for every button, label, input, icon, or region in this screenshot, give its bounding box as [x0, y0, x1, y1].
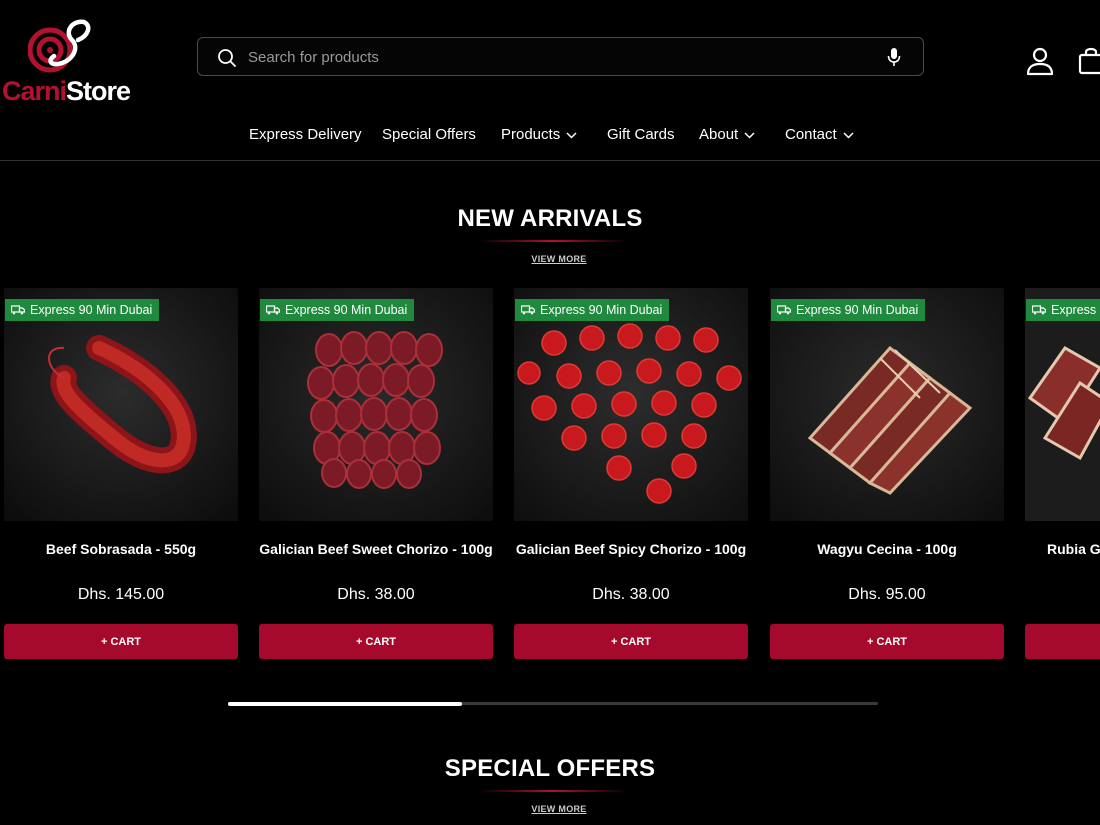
- nav-about[interactable]: About: [699, 126, 755, 143]
- product-price: Dhs. 145.00: [77, 586, 165, 603]
- title-underline: [478, 790, 628, 792]
- site-header: CarniStore Express Delivery Special Offe…: [0, 0, 1100, 161]
- logo-wordmark: CarniStore: [2, 76, 131, 107]
- product-image[interactable]: Express: [1025, 288, 1100, 521]
- badge-label: Express: [1051, 303, 1097, 317]
- add-to-cart-button[interactable]: [1025, 624, 1100, 659]
- product-image[interactable]: Express 90 Min Dubai: [259, 288, 493, 521]
- express-badge: Express 90 Min Dubai: [5, 299, 160, 321]
- product-name[interactable]: Beef Sobrasada - 550g: [0, 541, 244, 557]
- delivery-truck-icon: [11, 305, 25, 315]
- delivery-truck-icon: [521, 305, 535, 315]
- brand-logo[interactable]: CarniStore: [2, 18, 131, 108]
- express-badge: Express 90 Min Dubai: [515, 299, 670, 321]
- nav-item-label: Contact: [785, 126, 837, 143]
- add-to-cart-button[interactable]: + CART: [4, 624, 238, 659]
- delivery-truck-icon: [1032, 305, 1046, 315]
- nav-item-label: Express Delivery: [249, 126, 362, 143]
- delivery-truck-icon: [777, 305, 791, 315]
- express-badge: Express: [1026, 299, 1100, 321]
- product-price: Dhs. 38.00: [592, 586, 670, 603]
- logo-carni: Carni: [2, 76, 67, 106]
- main-nav: Express Delivery Special Offers Products…: [0, 126, 1100, 152]
- delivery-truck-icon: [266, 305, 280, 315]
- chevron-down-icon: [843, 132, 854, 139]
- product-price: Dhs. 95.00: [848, 586, 926, 603]
- nav-item-label: About: [699, 126, 739, 143]
- view-more-link[interactable]: VIEW MORE: [0, 804, 1100, 814]
- product-image[interactable]: Express 90 Min Dubai: [4, 288, 238, 521]
- product-name[interactable]: Galician Beef Spicy Chorizo - 100g: [508, 541, 754, 557]
- nav-contact[interactable]: Contact: [785, 126, 854, 143]
- search-input[interactable]: [246, 38, 870, 77]
- express-badge: Express 90 Min Dubai: [771, 299, 926, 321]
- badge-label: Express 90 Min Dubai: [30, 303, 153, 317]
- nav-item-label: Products: [501, 126, 561, 143]
- badge-label: Express 90 Min Dubai: [796, 303, 919, 317]
- chevron-down-icon: [744, 132, 755, 139]
- new-arrivals-title: NEW ARRIVALS: [457, 205, 643, 232]
- sweet-chorizo-image: [259, 288, 493, 521]
- product-name[interactable]: Wagyu Cecina - 100g: [764, 541, 1010, 557]
- spicy-chorizo-image: [514, 288, 748, 521]
- account-icon[interactable]: [1025, 46, 1055, 76]
- product-name[interactable]: Galician Beef Sweet Chorizo - 100g: [253, 541, 499, 557]
- shopping-bag-icon[interactable]: [1077, 45, 1100, 75]
- product-image[interactable]: Express 90 Min Dubai: [770, 288, 1004, 521]
- carousel-scrollbar[interactable]: [228, 701, 878, 706]
- add-to-cart-button[interactable]: + CART: [514, 624, 748, 659]
- view-more-link[interactable]: VIEW MORE: [0, 254, 1100, 264]
- product-name[interactable]: Rubia G: [1047, 541, 1100, 557]
- product-price: Dhs. 38.00: [337, 586, 415, 603]
- add-to-cart-button[interactable]: + CART: [259, 624, 493, 659]
- nav-item-label: Gift Cards: [607, 126, 675, 143]
- add-to-cart-button[interactable]: + CART: [770, 624, 1004, 659]
- express-badge: Express 90 Min Dubai: [260, 299, 415, 321]
- nav-special-offers[interactable]: Special Offers: [382, 126, 476, 143]
- nav-express-delivery[interactable]: Express Delivery: [249, 126, 362, 143]
- microphone-icon[interactable]: [887, 47, 901, 67]
- nav-item-label: Special Offers: [382, 126, 476, 143]
- nav-gift-cards[interactable]: Gift Cards: [607, 126, 675, 143]
- special-offers-title: SPECIAL OFFERS: [444, 755, 656, 782]
- product-card[interactable]: Express Rubia G: [1025, 288, 1100, 668]
- badge-label: Express 90 Min Dubai: [540, 303, 663, 317]
- nav-products[interactable]: Products: [501, 126, 577, 143]
- wagyu-cecina-image: [770, 288, 1004, 521]
- scrollbar-thumb[interactable]: [228, 701, 462, 706]
- logo-store: Store: [66, 76, 131, 106]
- search-icon[interactable]: [217, 48, 237, 68]
- chevron-down-icon: [566, 132, 577, 139]
- title-underline: [478, 240, 628, 242]
- rubia-image: [1025, 288, 1100, 521]
- sobrasada-image: [4, 288, 238, 521]
- search-bar: [197, 37, 924, 77]
- logo-mark: [28, 19, 91, 73]
- badge-label: Express 90 Min Dubai: [285, 303, 408, 317]
- product-image[interactable]: Express 90 Min Dubai: [514, 288, 748, 521]
